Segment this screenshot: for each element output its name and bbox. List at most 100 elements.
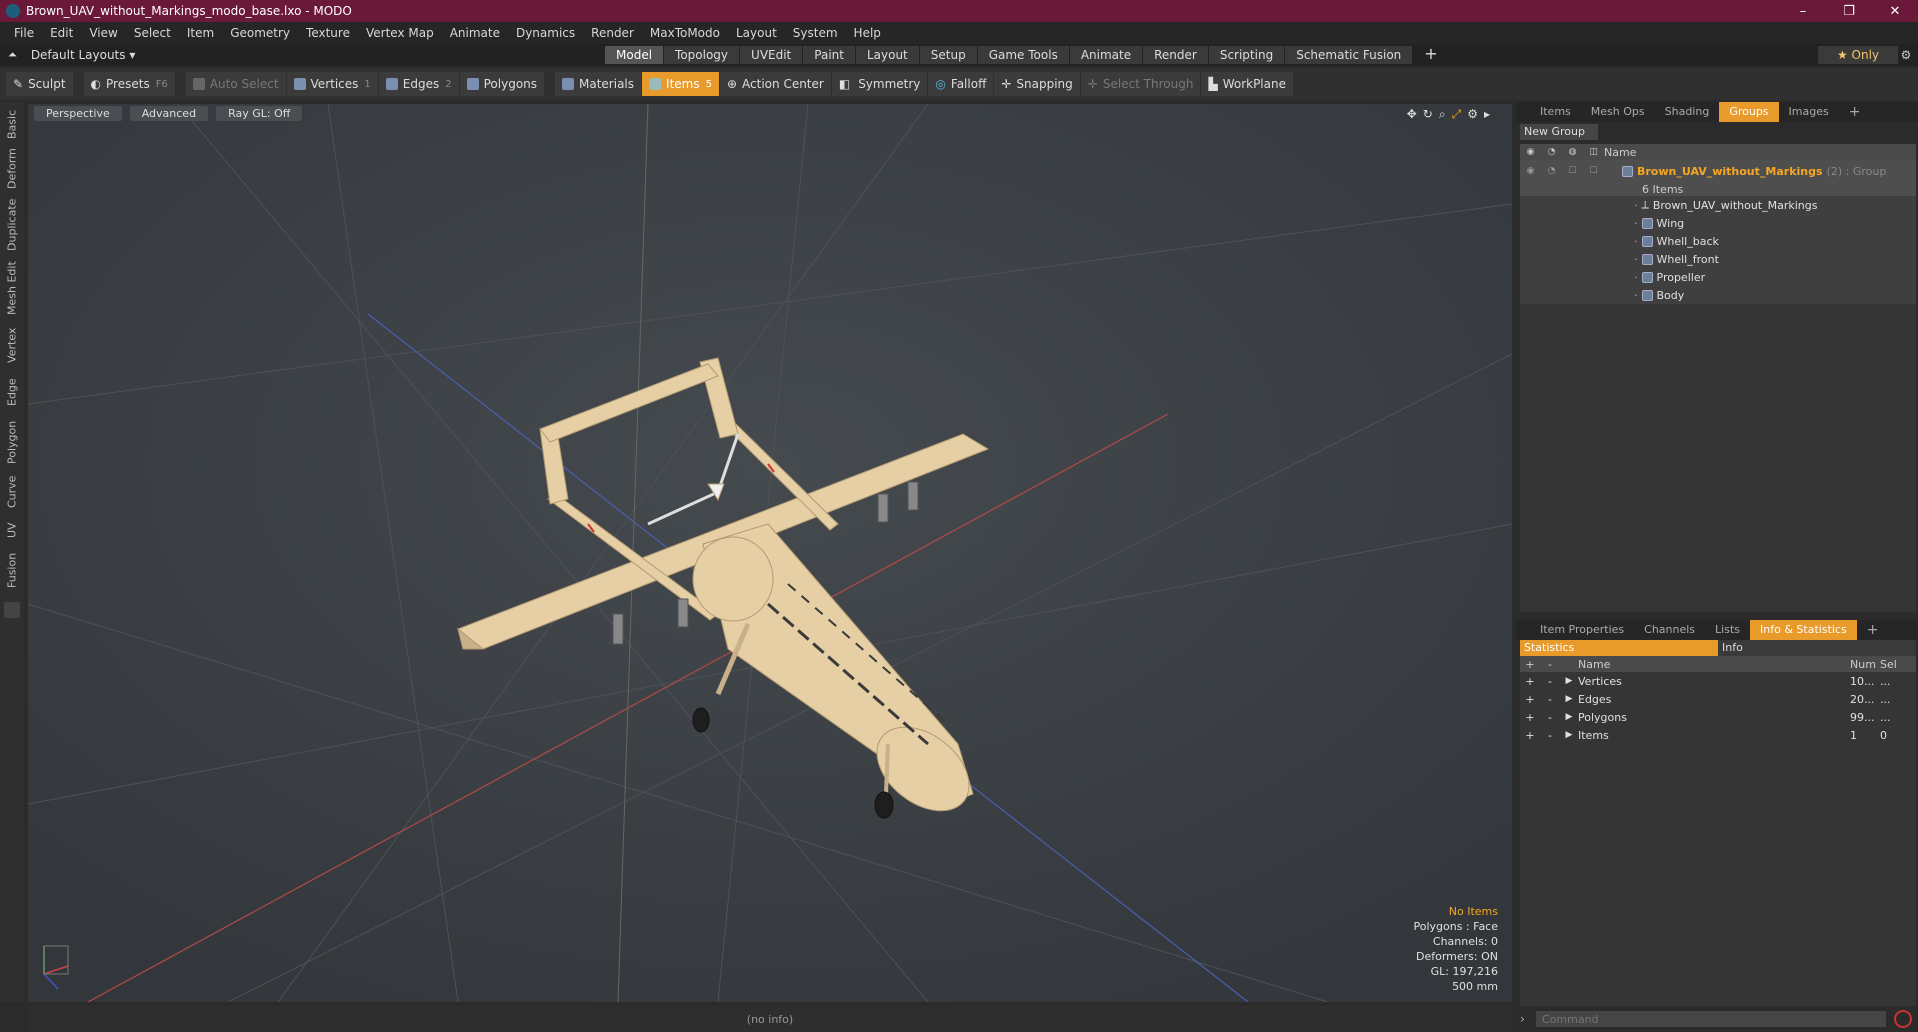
left-tab-fusion[interactable]: Fusion — [2, 548, 22, 592]
left-tab-edge[interactable]: Edge — [2, 372, 22, 412]
tab-schematic-fusion[interactable]: Schematic Fusion — [1285, 46, 1413, 64]
expand-icon[interactable]: ▶ — [1560, 712, 1578, 722]
lock-icon[interactable]: ☐ — [1562, 166, 1583, 176]
tab-topology[interactable]: Topology — [664, 46, 740, 64]
tab-images[interactable]: Images — [1779, 102, 1839, 122]
collapse-all-icon[interactable]: - — [1540, 658, 1560, 671]
remove-icon[interactable]: - — [1540, 729, 1560, 742]
expand-icon[interactable]: ▶ — [1560, 694, 1578, 704]
add-icon[interactable]: + — [1520, 711, 1540, 724]
left-tab-basic[interactable]: Basic — [2, 106, 22, 142]
list-item[interactable]: · Body — [1520, 286, 1916, 304]
add-panel-tab-icon[interactable]: + — [1839, 102, 1871, 122]
close-button[interactable]: ✕ — [1872, 0, 1918, 22]
3d-viewport[interactable]: Perspective Advanced Ray GL: Off ✥ ↻ ⌕ ⤢… — [28, 104, 1512, 1002]
select-through-button[interactable]: ✛ Select Through — [1080, 72, 1201, 96]
auto-select-button[interactable]: Auto Select — [185, 72, 286, 96]
add-icon[interactable]: + — [1520, 693, 1540, 706]
eye-icon[interactable]: ◉ — [1520, 166, 1541, 176]
tab-statistics[interactable]: Statistics — [1520, 640, 1718, 656]
menu-animate[interactable]: Animate — [442, 26, 508, 40]
menu-system[interactable]: System — [785, 26, 846, 40]
falloff-button[interactable]: ◎ Falloff — [928, 72, 994, 96]
maximize-button[interactable]: ❐ — [1826, 0, 1872, 22]
zoom-icon[interactable]: ⌕ — [1439, 107, 1446, 122]
add-icon[interactable]: + — [1520, 675, 1540, 688]
render-icon[interactable]: ◔ — [1541, 166, 1562, 176]
list-item[interactable]: · Wing — [1520, 214, 1916, 232]
menu-texture[interactable]: Texture — [298, 26, 358, 40]
remove-icon[interactable]: - — [1540, 693, 1560, 706]
expand-icon[interactable]: ▶ — [1560, 676, 1578, 686]
menu-select[interactable]: Select — [126, 26, 179, 40]
visibility-col-icon[interactable]: ◉ — [1520, 147, 1541, 157]
add-tab-icon[interactable]: + — [1413, 46, 1448, 64]
tab-item-properties[interactable]: Item Properties — [1530, 620, 1634, 640]
select-col-icon[interactable]: ◫ — [1583, 147, 1604, 157]
remove-icon[interactable]: - — [1540, 675, 1560, 688]
tab-info-statistics[interactable]: Info & Statistics — [1750, 620, 1857, 640]
list-item[interactable]: · Whell_back — [1520, 232, 1916, 250]
menu-file[interactable]: File — [6, 26, 42, 40]
action-center-button[interactable]: ⊕ Action Center — [719, 72, 831, 96]
table-row[interactable]: + - ▶ Polygons 99...... — [1520, 708, 1916, 726]
menu-item[interactable]: Item — [179, 26, 222, 40]
workplane-button[interactable]: ▙ WorkPlane — [1201, 72, 1293, 96]
record-icon[interactable] — [1894, 1010, 1912, 1028]
lock-col-icon[interactable]: ◍ — [1562, 147, 1583, 157]
gear-icon[interactable]: ⚙ — [1896, 46, 1916, 64]
layout-selector[interactable]: ⏶ Default Layouts ▾ — [8, 44, 135, 66]
tab-paint[interactable]: Paint — [803, 46, 855, 64]
sculpt-button[interactable]: ✎ Sculpt — [6, 72, 73, 96]
list-item[interactable]: · Propeller — [1520, 268, 1916, 286]
tab-animate[interactable]: Animate — [1069, 46, 1143, 64]
menu-dynamics[interactable]: Dynamics — [508, 26, 583, 40]
table-row[interactable]: + - ▶ Vertices 10...... — [1520, 672, 1916, 690]
symmetry-button[interactable]: ◧ Symmetry — [831, 72, 928, 96]
table-row[interactable]: + - ▶ Edges 20...... — [1520, 690, 1916, 708]
render-col-icon[interactable]: ◔ — [1541, 147, 1562, 157]
left-tab-vertex[interactable]: Vertex — [2, 322, 22, 368]
command-input[interactable] — [1536, 1011, 1886, 1027]
menu-help[interactable]: Help — [846, 26, 889, 40]
tab-groups[interactable]: Groups — [1719, 102, 1779, 122]
table-row[interactable]: + - ▶ Items 1 0 — [1520, 726, 1916, 744]
left-panel-toggle[interactable] — [4, 602, 20, 618]
edges-button[interactable]: Edges 2 — [378, 72, 459, 96]
fit-icon[interactable]: ⤢ — [1452, 107, 1462, 122]
left-tab-polygon[interactable]: Polygon — [2, 416, 22, 468]
expand-icon[interactable]: ▶ — [1560, 730, 1578, 740]
tab-lists[interactable]: Lists — [1705, 620, 1750, 640]
left-tab-deform[interactable]: Deform — [2, 146, 22, 192]
tab-mesh-ops[interactable]: Mesh Ops — [1581, 102, 1655, 122]
select-icon[interactable]: ☐ — [1583, 166, 1604, 176]
left-tab-mesh-edit[interactable]: Mesh Edit — [2, 258, 22, 318]
advanced-button[interactable]: Advanced — [129, 106, 209, 121]
rotate-icon[interactable]: ↻ — [1423, 107, 1433, 122]
list-item[interactable]: · Whell_front — [1520, 250, 1916, 268]
tab-scripting[interactable]: Scripting — [1208, 46, 1285, 64]
items-button[interactable]: Items 5 — [642, 72, 719, 96]
remove-icon[interactable]: - — [1540, 711, 1560, 724]
snapping-button[interactable]: ✛ Snapping — [994, 72, 1080, 96]
menu-vertex-map[interactable]: Vertex Map — [358, 26, 442, 40]
menu-render[interactable]: Render — [583, 26, 642, 40]
viewport-more-icon[interactable]: ▸ — [1484, 107, 1490, 122]
tab-items[interactable]: Items — [1530, 102, 1581, 122]
menu-edit[interactable]: Edit — [42, 26, 81, 40]
pan-icon[interactable]: ✥ — [1407, 107, 1417, 122]
raygl-button[interactable]: Ray GL: Off — [216, 106, 303, 121]
materials-button[interactable]: Materials — [555, 72, 642, 96]
left-tab-curve[interactable]: Curve — [2, 472, 22, 512]
tab-shading[interactable]: Shading — [1655, 102, 1720, 122]
tab-model[interactable]: Model — [605, 46, 664, 64]
tab-uvedit[interactable]: UVEdit — [740, 46, 803, 64]
tab-info[interactable]: Info — [1718, 640, 1916, 656]
menu-view[interactable]: View — [81, 26, 125, 40]
menu-maxtomodo[interactable]: MaxToModo — [642, 26, 728, 40]
tab-layout[interactable]: Layout — [855, 46, 919, 64]
layout-toggle-icon[interactable]: ⏶ — [8, 48, 17, 62]
expand-all-icon[interactable]: + — [1520, 658, 1540, 671]
new-group-button[interactable]: New Group — [1520, 124, 1598, 140]
tab-render[interactable]: Render — [1143, 46, 1208, 64]
